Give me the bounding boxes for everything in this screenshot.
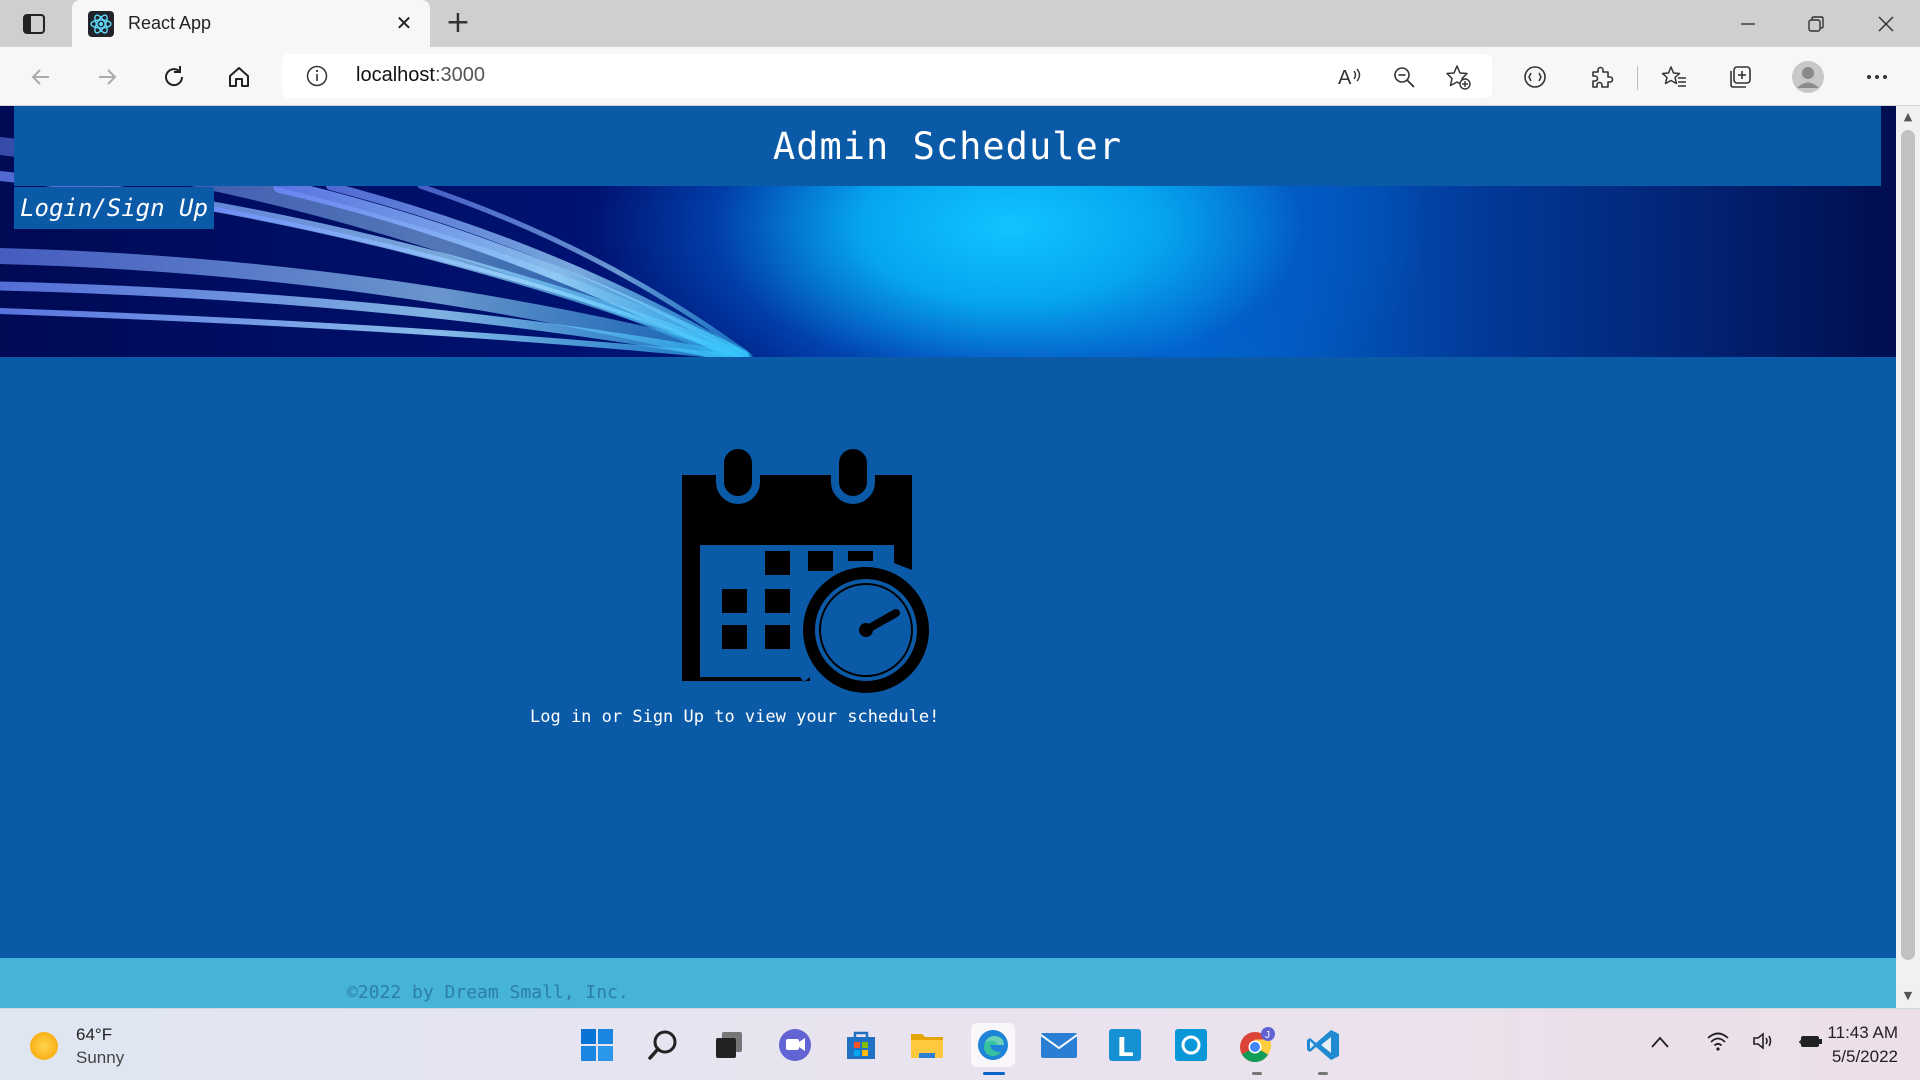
running-indicator (1252, 1072, 1262, 1075)
active-indicator (983, 1072, 1005, 1075)
site-info-icon[interactable] (306, 65, 328, 87)
calendar-clock-icon (680, 441, 932, 699)
svg-text:A: A (1338, 67, 1352, 89)
back-icon[interactable] (24, 60, 58, 94)
refresh-icon[interactable] (157, 60, 191, 94)
profile-icon[interactable] (1791, 60, 1825, 94)
weather-temperature: 64°F (76, 1025, 113, 1044)
scroll-down-arrow-icon[interactable]: ▼ (1902, 990, 1914, 1002)
minimize-icon[interactable] (1728, 10, 1768, 38)
system-tray (1650, 1031, 1824, 1055)
cortana-icon[interactable] (1169, 1023, 1213, 1067)
browser-tab-strip: React App ✕ + (0, 0, 1920, 47)
tab-actions-icon[interactable] (20, 11, 48, 37)
login-prompt-text: Log in or Sign Up to view your schedule! (530, 707, 940, 727)
chevron-up-icon[interactable] (1650, 1034, 1670, 1053)
microsoft-store-icon[interactable] (839, 1023, 883, 1067)
read-aloud-icon[interactable]: A (1336, 63, 1364, 91)
clock-date: 5/5/2022 (1831, 1047, 1898, 1066)
teams-chat-icon[interactable] (773, 1023, 817, 1067)
new-tab-button[interactable]: + (444, 8, 472, 38)
edge-icon[interactable] (971, 1023, 1015, 1075)
zoom-out-icon[interactable] (1390, 63, 1418, 91)
collections-icon[interactable] (1723, 60, 1757, 94)
browser-tab[interactable]: React App ✕ (72, 0, 430, 47)
clock-time: 11:43 AM (1827, 1023, 1898, 1042)
react-favicon-icon (88, 10, 114, 37)
page-footer: ©2022 by Dream Small, Inc. (0, 958, 1896, 1008)
restore-icon[interactable] (1796, 10, 1836, 38)
app-l-icon[interactable]: L (1103, 1023, 1147, 1067)
weather-description: Sunny (76, 1048, 125, 1067)
windows-taskbar: 64°F Sunny L J 11:43 AM 5/5/2022 (0, 1008, 1920, 1080)
vscode-icon[interactable] (1301, 1023, 1345, 1075)
home-icon[interactable] (222, 60, 256, 94)
close-window-icon[interactable] (1866, 10, 1906, 38)
svg-text:L: L (1117, 1033, 1134, 1062)
add-favorite-icon[interactable] (1444, 63, 1472, 91)
browser-toolbar: localhost:3000 A (0, 47, 1920, 106)
extensions-icon[interactable] (1584, 60, 1618, 94)
forward-icon[interactable] (90, 60, 124, 94)
main-content: Log in or Sign Up to view your schedule! (0, 357, 1896, 957)
scrollbar-thumb[interactable] (1901, 130, 1915, 960)
chrome-icon[interactable]: J (1235, 1023, 1279, 1075)
taskbar-clock[interactable]: 11:43 AM 5/5/2022 (1818, 1021, 1898, 1069)
file-explorer-icon[interactable] (905, 1023, 949, 1067)
svg-text:J: J (1265, 1030, 1270, 1041)
task-view-icon[interactable] (707, 1023, 751, 1067)
close-tab-icon[interactable]: ✕ (392, 12, 416, 36)
wifi-icon[interactable] (1706, 1031, 1730, 1055)
mail-icon[interactable] (1037, 1023, 1081, 1067)
search-icon[interactable] (641, 1023, 685, 1067)
url-text: localhost:3000 (356, 64, 485, 86)
header-banner-image: Admin Scheduler Login/Sign Up (0, 106, 1896, 357)
copyright-text: ©2022 by Dream Small, Inc. (347, 982, 629, 1003)
page-title: Admin Scheduler (772, 124, 1123, 168)
tab-title: React App (128, 13, 212, 33)
vertical-scrollbar[interactable]: ▲ ▼ (1896, 106, 1920, 1008)
more-icon[interactable] (1860, 60, 1894, 94)
volume-icon[interactable] (1752, 1031, 1776, 1055)
tracking-icon[interactable] (1518, 60, 1552, 94)
windows-start-icon[interactable] (575, 1023, 619, 1067)
scroll-up-arrow-icon[interactable]: ▲ (1902, 111, 1914, 123)
page-header: Admin Scheduler (14, 106, 1881, 186)
toolbar-divider (1637, 66, 1638, 90)
weather-widget[interactable]: 64°F Sunny (30, 1023, 124, 1069)
page-viewport: Admin Scheduler Login/Sign Up Log in or … (0, 106, 1920, 1008)
running-indicator (1318, 1072, 1328, 1075)
login-signup-button[interactable]: Login/Sign Up (14, 187, 214, 229)
address-bar[interactable]: localhost:3000 A (282, 54, 1492, 98)
sun-icon (30, 1032, 58, 1060)
favorites-icon[interactable] (1657, 60, 1691, 94)
